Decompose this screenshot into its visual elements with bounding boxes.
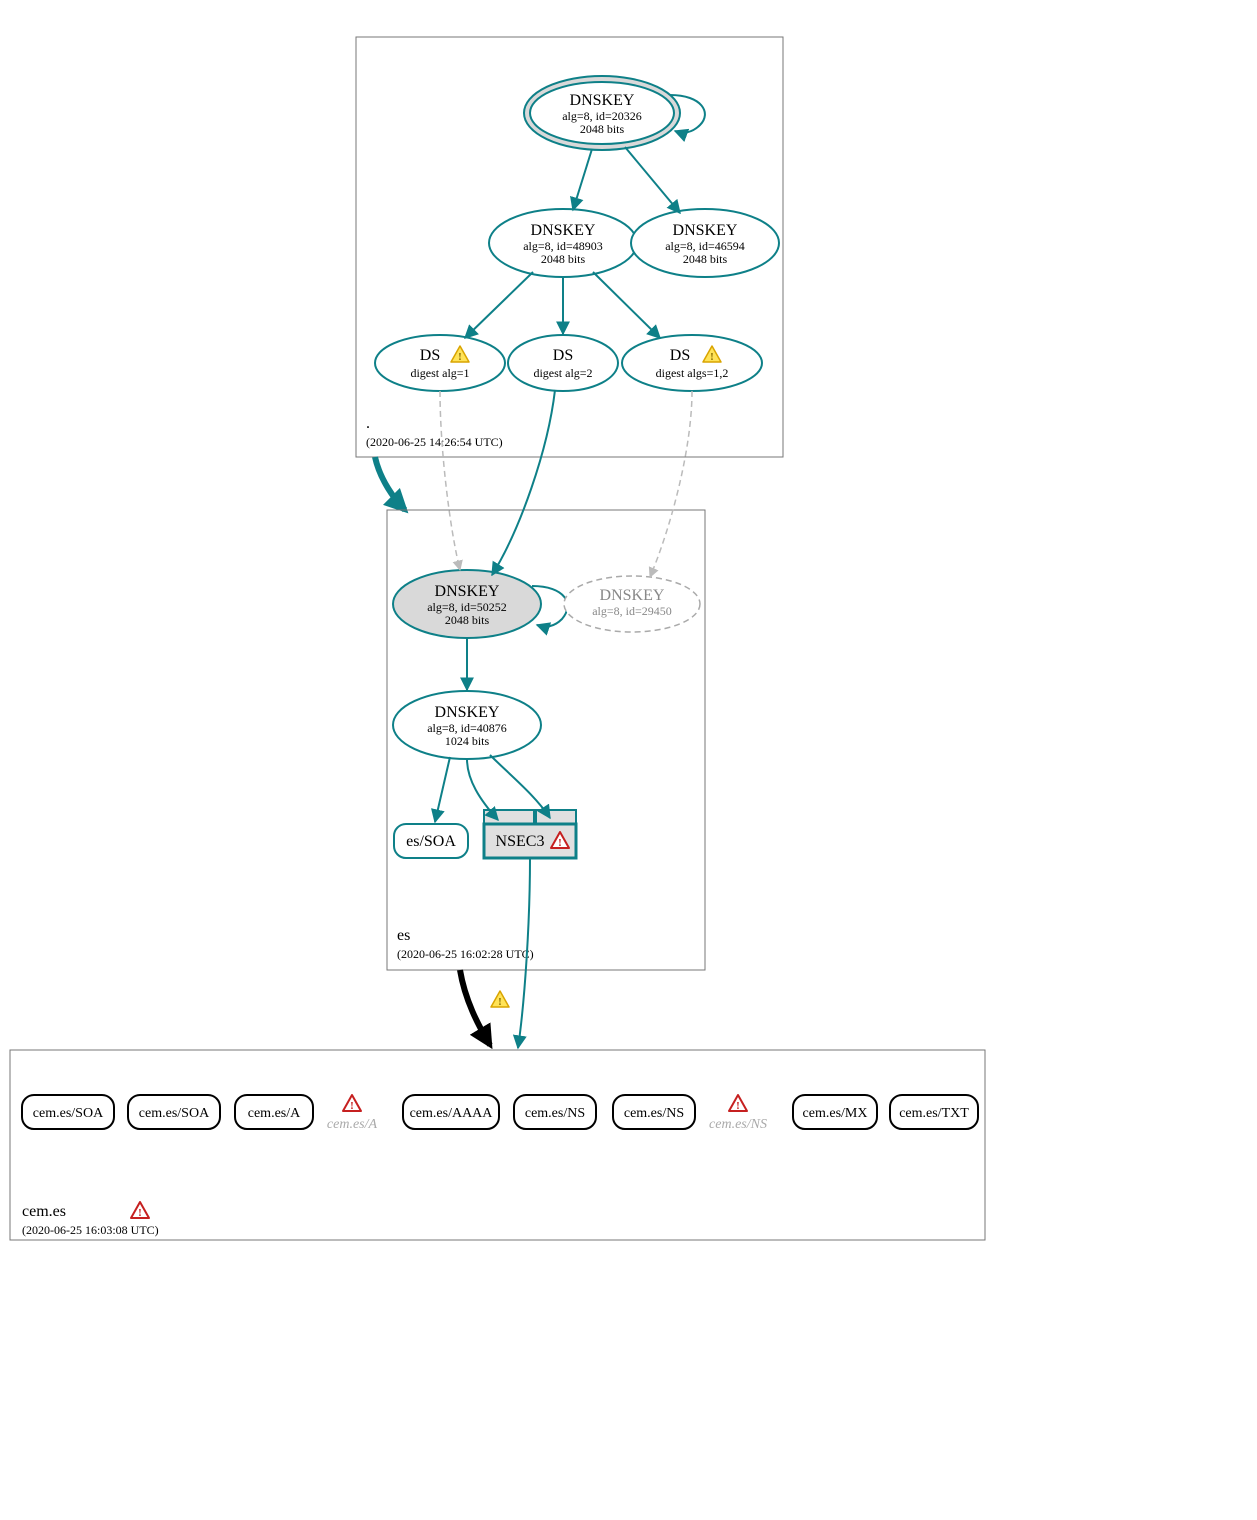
node-cem-ns2: cem.es/NS — [613, 1095, 695, 1129]
svg-text:cem.es/MX: cem.es/MX — [803, 1106, 868, 1121]
edge-eszk-soa — [435, 757, 450, 822]
node-cem-soa1: cem.es/SOA — [22, 1095, 114, 1129]
node-ds2: DS digest alg=2 — [508, 335, 618, 391]
node-ds1: DS digest alg=1 — [375, 335, 505, 391]
node-cem-txt: cem.es/TXT — [890, 1095, 978, 1129]
edge-root-es-deleg — [375, 457, 405, 510]
svg-text:2048 bits: 2048 bits — [541, 252, 586, 266]
zone-root-label: . — [366, 415, 370, 432]
node-cem-soa2: cem.es/SOA — [128, 1095, 220, 1129]
edge-ds2-esksk — [492, 390, 555, 575]
node-cem-a1: cem.es/A — [235, 1095, 313, 1129]
svg-text:alg=8, id=50252: alg=8, id=50252 — [427, 600, 507, 614]
node-cem-aaaa: cem.es/AAAA — [403, 1095, 499, 1129]
svg-text:digest alg=1: digest alg=1 — [410, 366, 469, 380]
node-nsec3: NSEC3 — [484, 810, 576, 858]
node-cem-ns3-faded: cem.es/NS — [709, 1095, 767, 1132]
node-cem-ns1: cem.es/NS — [514, 1095, 596, 1129]
zone-es-ts: (2020-06-25 16:02:28 UTC) — [397, 947, 534, 961]
svg-text:cem.es/A: cem.es/A — [248, 1106, 301, 1121]
svg-text:DNSKEY: DNSKEY — [600, 587, 665, 604]
svg-text:DNSKEY: DNSKEY — [435, 583, 500, 600]
svg-text:DS: DS — [553, 347, 573, 364]
edge-es-cem-deleg — [460, 970, 490, 1045]
svg-text:DNSKEY: DNSKEY — [673, 222, 738, 239]
edge-zsk1-ds3 — [593, 272, 660, 338]
svg-text:alg=8, id=29450: alg=8, id=29450 — [592, 604, 672, 618]
zone-root-ts: (2020-06-25 14:26:54 UTC) — [366, 435, 503, 449]
edge-ksk-zsk1 — [573, 149, 592, 210]
error-icon — [729, 1095, 747, 1112]
node-es-soa: es/SOA — [394, 824, 468, 858]
svg-text:cem.es/TXT: cem.es/TXT — [899, 1106, 969, 1121]
svg-text:DNSKEY: DNSKEY — [531, 222, 596, 239]
svg-text:digest algs=1,2: digest algs=1,2 — [656, 366, 729, 380]
node-root-zsk1: DNSKEY alg=8, id=48903 2048 bits — [489, 209, 637, 277]
svg-text:2048 bits: 2048 bits — [683, 252, 728, 266]
node-cem-mx: cem.es/MX — [793, 1095, 877, 1129]
svg-text:alg=8, id=40876: alg=8, id=40876 — [427, 721, 507, 735]
edge-eszk-nsec-b — [490, 755, 550, 818]
svg-text:cem.es/NS: cem.es/NS — [525, 1106, 585, 1121]
edge-ksk-zsk2 — [625, 147, 680, 213]
svg-text:es/SOA: es/SOA — [406, 833, 456, 850]
svg-text:2048 bits: 2048 bits — [580, 122, 625, 136]
svg-text:alg=8, id=20326: alg=8, id=20326 — [562, 109, 642, 123]
svg-text:2048 bits: 2048 bits — [445, 613, 490, 627]
zone-cem-ts: (2020-06-25 16:03:08 UTC) — [22, 1223, 159, 1237]
svg-text:digest alg=2: digest alg=2 — [533, 366, 592, 380]
svg-text:cem.es/NS: cem.es/NS — [624, 1106, 684, 1121]
zone-cem-label: cem.es — [22, 1203, 66, 1220]
node-es-oldkey: DNSKEY alg=8, id=29450 — [564, 576, 700, 632]
node-root-zsk2: DNSKEY alg=8, id=46594 2048 bits — [631, 209, 779, 277]
error-icon — [343, 1095, 361, 1112]
edge-ds3-esold — [650, 391, 692, 577]
svg-text:cem.es/SOA: cem.es/SOA — [139, 1106, 210, 1121]
svg-text:alg=8, id=46594: alg=8, id=46594 — [665, 239, 745, 253]
svg-text:1024 bits: 1024 bits — [445, 734, 490, 748]
svg-text:alg=8, id=48903: alg=8, id=48903 — [523, 239, 603, 253]
svg-text:DNSKEY: DNSKEY — [435, 704, 500, 721]
error-icon — [131, 1202, 149, 1219]
svg-text:cem.es/NS: cem.es/NS — [709, 1117, 767, 1132]
zone-cem-box — [10, 1050, 985, 1240]
warning-icon — [491, 991, 509, 1008]
svg-text:cem.es/SOA: cem.es/SOA — [33, 1106, 104, 1121]
node-root-ksk: DNSKEY alg=8, id=20326 2048 bits — [524, 76, 680, 150]
node-ds3: DS digest algs=1,2 — [622, 335, 762, 391]
svg-text:DS: DS — [670, 347, 690, 364]
svg-text:DS: DS — [420, 347, 440, 364]
svg-text:cem.es/AAAA: cem.es/AAAA — [410, 1106, 494, 1121]
node-es-zsk: DNSKEY alg=8, id=40876 1024 bits — [393, 691, 541, 759]
node-es-ksk: DNSKEY alg=8, id=50252 2048 bits — [393, 570, 541, 638]
edge-zsk1-ds1 — [465, 272, 533, 338]
edge-ds1-esksk — [440, 391, 460, 570]
svg-text:DNSKEY: DNSKEY — [570, 92, 635, 109]
node-cem-a2-faded: cem.es/A — [327, 1095, 378, 1132]
svg-text:cem.es/A: cem.es/A — [327, 1117, 378, 1132]
svg-text:NSEC3: NSEC3 — [496, 833, 545, 850]
zone-es-label: es — [397, 927, 410, 944]
